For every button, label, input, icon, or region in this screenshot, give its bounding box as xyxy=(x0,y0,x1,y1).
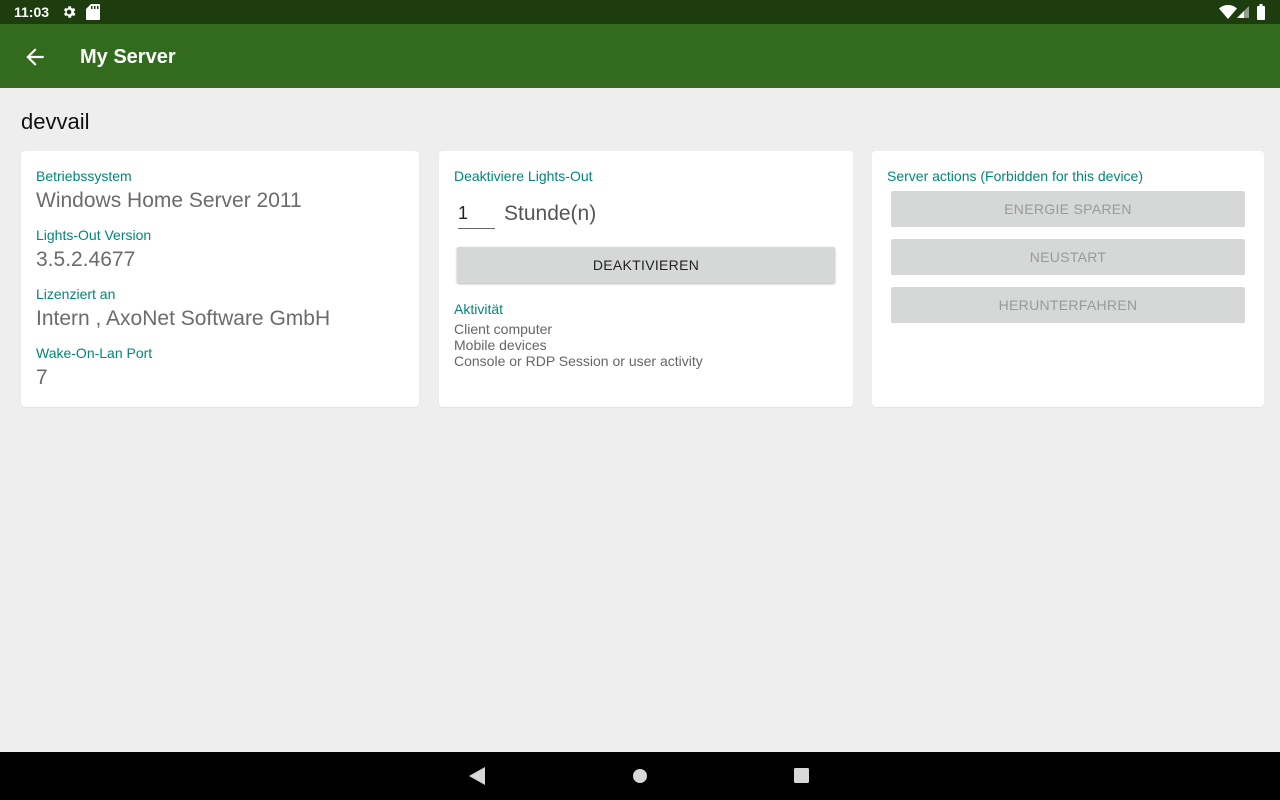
restart-button[interactable]: NEUSTART xyxy=(891,239,1245,275)
license-value: Intern , AxoNet Software GmbH xyxy=(36,307,331,330)
battery-icon xyxy=(1257,4,1265,20)
deactivate-button[interactable]: DEAKTIVIEREN xyxy=(457,247,835,283)
nav-recent-apps-icon[interactable] xyxy=(794,768,809,783)
wol-port-value: 7 xyxy=(36,366,48,389)
deactivate-title: Deaktiviere Lights-Out xyxy=(454,168,593,184)
hours-input[interactable]: 1 xyxy=(458,203,495,229)
os-value: Windows Home Server 2011 xyxy=(36,189,302,212)
nav-back-icon[interactable] xyxy=(469,767,485,785)
server-name: devvail xyxy=(21,109,90,134)
sd-card-icon xyxy=(86,4,100,20)
nav-home-icon[interactable] xyxy=(632,768,648,784)
shutdown-button[interactable]: HERUNTERFAHREN xyxy=(891,287,1245,323)
activity-item: Mobile devices xyxy=(454,337,547,353)
back-arrow-icon[interactable] xyxy=(22,44,48,70)
settings-icon xyxy=(63,6,76,18)
wifi-icon xyxy=(1219,5,1237,19)
server-info-card: Betriebssystem Windows Home Server 2011 … xyxy=(21,151,419,407)
activity-list: Client computer Mobile devices Console o… xyxy=(454,321,703,369)
server-actions-title: Server actions (Forbidden for this devic… xyxy=(887,168,1143,184)
license-label: Lizenziert an xyxy=(36,286,116,302)
status-time: 11:03 xyxy=(14,4,50,20)
deactivate-lights-out-card: Deaktiviere Lights-Out 1 Stunde(n) DEAKT… xyxy=(439,151,853,407)
signal-icon xyxy=(1237,6,1249,18)
hours-unit-label: Stunde(n) xyxy=(504,202,597,225)
app-bar: My Server xyxy=(0,24,1280,88)
activity-item: Client computer xyxy=(454,321,553,337)
wol-port-label: Wake-On-Lan Port xyxy=(36,345,153,361)
os-label: Betriebssystem xyxy=(36,168,132,184)
status-bar: 11:03 xyxy=(0,0,1280,24)
activity-label: Aktivität xyxy=(454,301,504,317)
version-label: Lights-Out Version xyxy=(36,227,152,243)
energy-save-button[interactable]: ENERGIE SPAREN xyxy=(891,191,1245,227)
server-actions-card: Server actions (Forbidden for this devic… xyxy=(872,151,1264,407)
app-title: My Server xyxy=(80,46,176,68)
activity-item: Console or RDP Session or user activity xyxy=(454,353,703,369)
version-value: 3.5.2.4677 xyxy=(36,248,136,271)
